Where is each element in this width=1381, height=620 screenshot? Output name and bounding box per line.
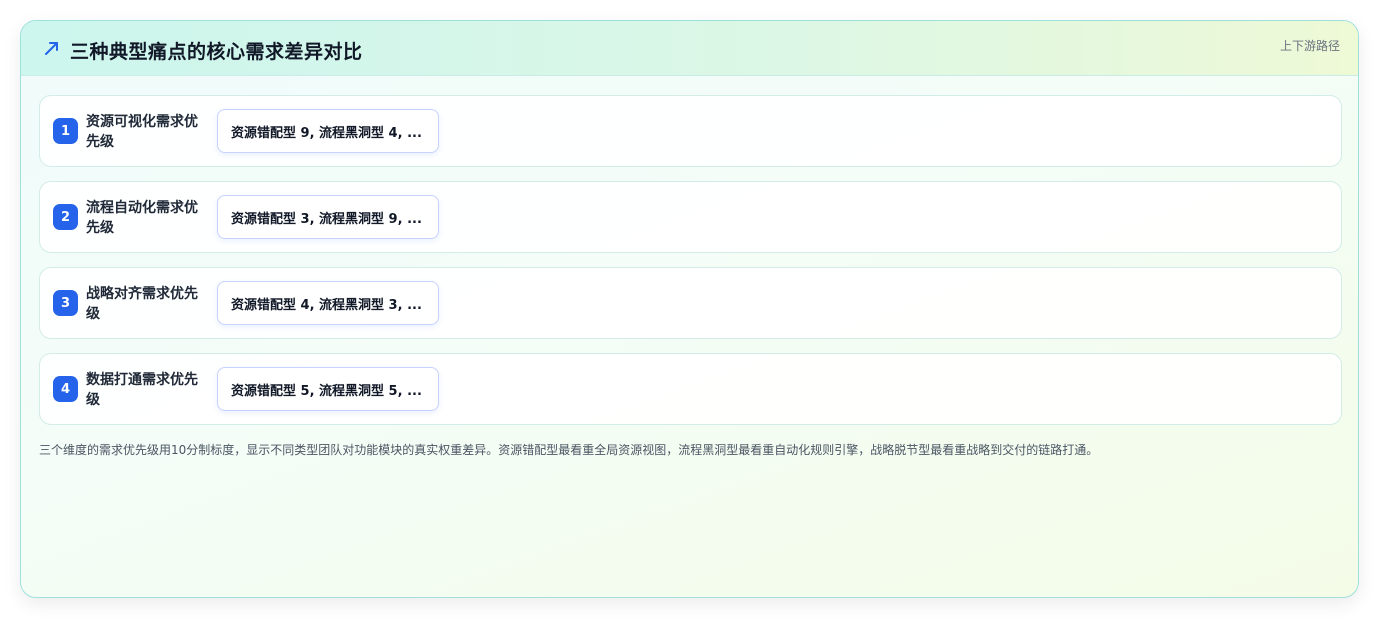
- priority-list: 1 资源可视化需求优先级 资源错配型 9, 流程黑洞型 4, ... 2 流程自…: [39, 95, 1342, 439]
- path-link[interactable]: 上下游路径: [1280, 37, 1340, 54]
- row-value-chip[interactable]: 资源错配型 9, 流程黑洞型 4, ...: [217, 109, 439, 153]
- row-label: 战略对齐需求优先级: [86, 286, 198, 322]
- rank-badge: 3: [53, 290, 78, 316]
- list-item: 2 流程自动化需求优先级 资源错配型 3, 流程黑洞型 9, ...: [39, 181, 1342, 253]
- card-header: 三种典型痛点的核心需求差异对比 上下游路径: [21, 21, 1358, 76]
- trend-arrow-icon: [43, 39, 61, 57]
- row-label: 数据打通需求优先级: [86, 372, 198, 408]
- footnote-text: 三个维度的需求优先级用10分制标度，显示不同类型团队对功能模块的真实权重差异。资…: [39, 443, 1099, 457]
- rank-badge: 4: [53, 376, 78, 402]
- card-title: 三种典型痛点的核心需求差异对比: [70, 41, 363, 63]
- row-label: 流程自动化需求优先级: [86, 200, 198, 236]
- row-value-chip[interactable]: 资源错配型 4, 流程黑洞型 3, ...: [217, 281, 439, 325]
- rank-badge: 2: [53, 204, 78, 230]
- comparison-card: 三种典型痛点的核心需求差异对比 上下游路径 1 资源可视化需求优先级 资源错配型…: [20, 20, 1359, 598]
- row-value-chip[interactable]: 资源错配型 3, 流程黑洞型 9, ...: [217, 195, 439, 239]
- list-item: 4 数据打通需求优先级 资源错配型 5, 流程黑洞型 5, ...: [39, 353, 1342, 425]
- row-label: 资源可视化需求优先级: [86, 114, 198, 150]
- list-item: 3 战略对齐需求优先级 资源错配型 4, 流程黑洞型 3, ...: [39, 267, 1342, 339]
- list-item: 1 资源可视化需求优先级 资源错配型 9, 流程黑洞型 4, ...: [39, 95, 1342, 167]
- rank-badge: 1: [53, 118, 78, 144]
- row-value-chip[interactable]: 资源错配型 5, 流程黑洞型 5, ...: [217, 367, 439, 411]
